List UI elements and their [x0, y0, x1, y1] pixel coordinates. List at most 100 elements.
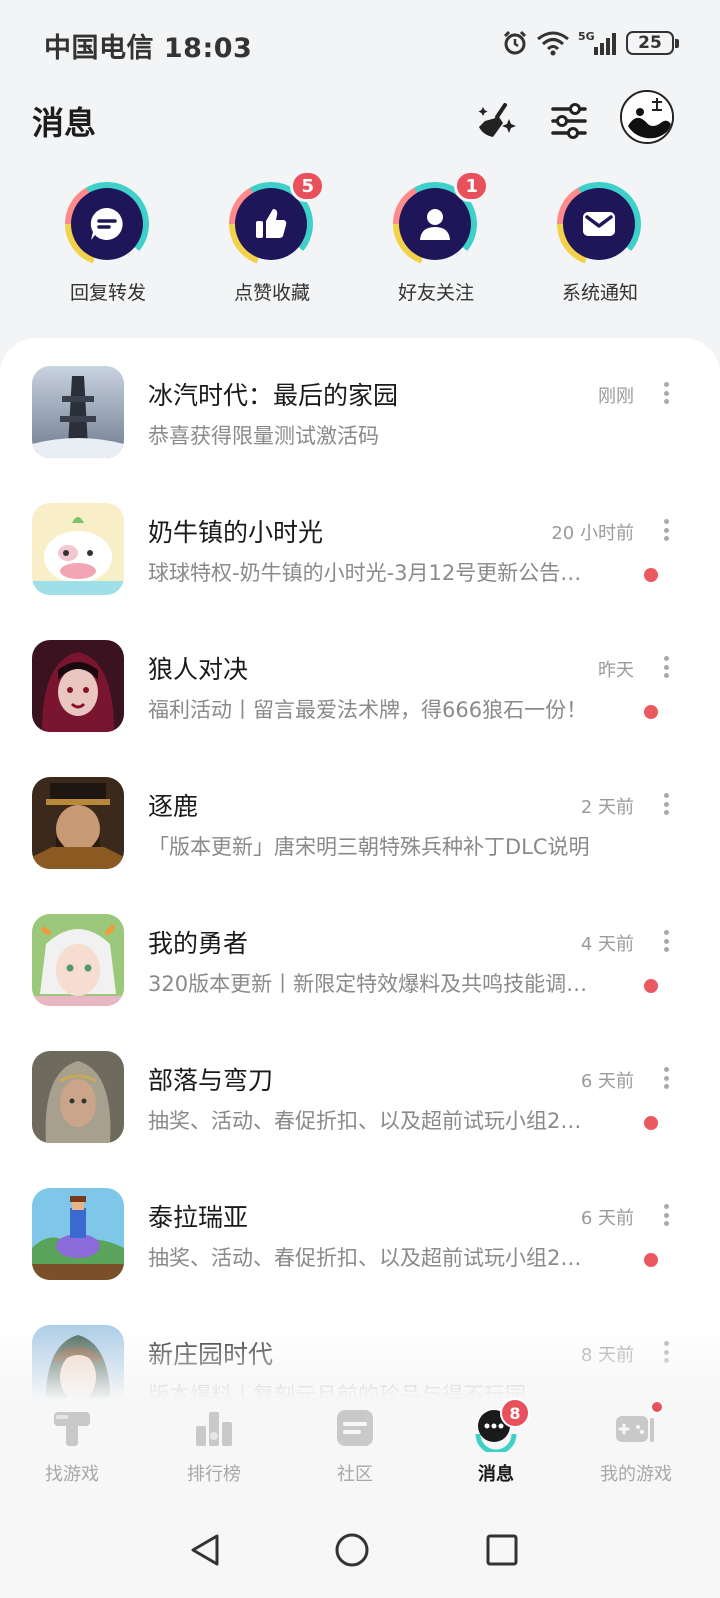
message-preview: 「版本更新」唐宋明三朝特殊兵种补丁DLC说明: [148, 835, 590, 859]
signal-5g-icon: 5G: [578, 30, 616, 55]
game-thumbnail: [32, 777, 124, 869]
category-friends-follow[interactable]: 1 好友关注: [366, 170, 506, 305]
my-games-icon: [612, 1400, 664, 1452]
frostpunk-thumbnail: [32, 366, 124, 458]
message-title: 新庄园时代: [148, 1340, 274, 1369]
message-time: 20 小时前: [551, 523, 634, 544]
nav-messages[interactable]: 8 消息: [424, 1398, 568, 1502]
terraria-thumbnail: [32, 1188, 124, 1280]
list-item[interactable]: 冰汽时代：最后的家园 刚刚 恭喜获得限量测试激活码: [0, 338, 720, 475]
my-hero-thumbnail: [32, 914, 124, 1006]
more-options-icon[interactable]: [658, 1341, 674, 1363]
home-button[interactable]: [328, 1526, 376, 1574]
list-item[interactable]: 狼人对决 昨天 福利活动丨留言最爱法术牌，得666狼石一份！: [0, 612, 720, 749]
message-title: 奶牛镇的小时光: [148, 518, 324, 547]
message-preview: 恭喜获得限量测试激活码: [148, 424, 379, 448]
zhulu-thumbnail: [32, 777, 124, 869]
nav-community[interactable]: 社区: [283, 1398, 427, 1502]
nav-badge: 8: [500, 1398, 530, 1428]
category-badge: 1: [454, 170, 489, 202]
user-avatar[interactable]: [620, 90, 674, 144]
message-title: 我的勇者: [148, 929, 249, 958]
filter-settings-button[interactable]: [544, 96, 594, 146]
nav-ranking[interactable]: 排行榜: [142, 1398, 286, 1502]
category-label: 点赞收藏: [233, 282, 310, 304]
category-system-notice[interactable]: 系统通知: [530, 180, 670, 305]
battery-level: 25: [638, 33, 662, 53]
category-like-favorite[interactable]: 5 点赞收藏: [202, 170, 342, 305]
nav-find-game[interactable]: 找游戏: [0, 1398, 144, 1502]
category-reply-forward[interactable]: 回复转发: [38, 180, 178, 305]
more-options-icon[interactable]: [658, 930, 674, 952]
bannerlord-thumbnail: [32, 1051, 124, 1143]
werewolf-thumbnail: [32, 640, 124, 732]
more-options-icon[interactable]: [658, 1067, 674, 1089]
list-item[interactable]: 逐鹿 2 天前 「版本更新」唐宋明三朝特殊兵种补丁DLC说明: [0, 749, 720, 886]
message-preview: 抽奖、活动、春促折扣、以及超前试玩小组2…: [148, 1246, 582, 1270]
person-icon: [420, 209, 450, 240]
game-thumbnail: [32, 1325, 124, 1398]
unread-dot: [644, 568, 658, 582]
message-time: 4 天前: [580, 934, 634, 955]
nav-label: 排行榜: [187, 1464, 241, 1485]
clean-broom-button[interactable]: [472, 96, 522, 146]
message-time: 8 天前: [580, 1345, 634, 1366]
nav-my-games[interactable]: 我的游戏: [564, 1398, 708, 1502]
list-item[interactable]: 新庄园时代 8 天前 版本爆料丨复刻元旦前的珍品与得不玩园…: [0, 1297, 720, 1398]
message-preview: 版本爆料丨复刻元旦前的珍品与得不玩园…: [148, 1383, 547, 1398]
list-item[interactable]: 奶牛镇的小时光 20 小时前 球球特权-奶牛镇的小时光-3月12号更新公告…: [0, 475, 720, 612]
recents-button[interactable]: [478, 1526, 526, 1574]
more-options-icon[interactable]: [658, 382, 674, 404]
category-icon-wrap: [63, 180, 153, 270]
page-title: 消息: [32, 104, 97, 142]
message-title: 逐鹿: [148, 792, 199, 821]
home-circle-icon: [335, 1533, 369, 1567]
broom-sparkle-icon: [478, 103, 516, 137]
more-options-icon[interactable]: [658, 793, 674, 815]
list-item[interactable]: 部落与弯刀 6 天前 抽奖、活动、春促折扣、以及超前试玩小组2…: [0, 1023, 720, 1160]
more-options-icon[interactable]: [658, 519, 674, 541]
list-item[interactable]: 泰拉瑞亚 6 天前 抽奖、活动、春促折扣、以及超前试玩小组2…: [0, 1160, 720, 1297]
message-preview: 320版本更新丨新限定特效爆料及共鸣技能调…: [148, 972, 588, 996]
category-badge: 5: [290, 170, 325, 202]
cow-town-thumbnail: [32, 503, 124, 595]
svg-text:5G: 5G: [578, 30, 595, 43]
unread-dot: [644, 979, 658, 993]
category-circle: [563, 188, 635, 260]
category-circle: [71, 188, 143, 260]
more-options-icon[interactable]: [658, 656, 674, 678]
message-time: 刚刚: [598, 386, 634, 407]
bottom-nav: 找游戏 排行榜 社区 8 消息 我的游戏: [0, 1398, 720, 1502]
unread-dot: [644, 705, 658, 719]
nav-label: 社区: [337, 1464, 373, 1485]
list-item[interactable]: 我的勇者 4 天前 320版本更新丨新限定特效爆料及共鸣技能调…: [0, 886, 720, 1023]
message-preview: 福利活动丨留言最爱法术牌，得666狼石一份！: [148, 698, 588, 722]
message-time: 6 天前: [580, 1071, 634, 1092]
avatar-image: [622, 92, 672, 142]
message-list: 冰汽时代：最后的家园 刚刚 恭喜获得限量测试激活码 奶牛镇的小时光 20 小时前…: [0, 338, 720, 1398]
status-bar: 中国电信 18:03 5G 25: [0, 0, 720, 84]
game-thumbnail: [32, 914, 124, 1006]
recents-square-icon: [486, 1534, 518, 1566]
game-thumbnail: [32, 366, 124, 458]
category-label: 系统通知: [561, 282, 638, 304]
status-carrier-time: 中国电信 18:03: [44, 33, 253, 64]
community-icon: [331, 1404, 379, 1452]
more-options-icon[interactable]: [658, 1204, 674, 1226]
message-icon: 8: [472, 1398, 530, 1452]
nav-label: 我的游戏: [600, 1464, 672, 1485]
game-thumbnail: [32, 1051, 124, 1143]
back-button[interactable]: [180, 1526, 228, 1574]
sliders-icon: [551, 103, 587, 139]
alarm-icon: [503, 30, 527, 55]
new-manor-thumbnail: [32, 1325, 124, 1398]
category-label: 好友关注: [397, 282, 474, 304]
unread-dot: [644, 1116, 658, 1130]
header: 消息: [0, 84, 720, 156]
ranking-icon: [190, 1404, 238, 1452]
category-icon-wrap: 1: [391, 170, 489, 270]
unread-dot: [644, 1253, 658, 1267]
message-title: 泰拉瑞亚: [148, 1203, 249, 1232]
message-title: 冰汽时代：最后的家园: [148, 381, 399, 410]
game-thumbnail: [32, 640, 124, 732]
